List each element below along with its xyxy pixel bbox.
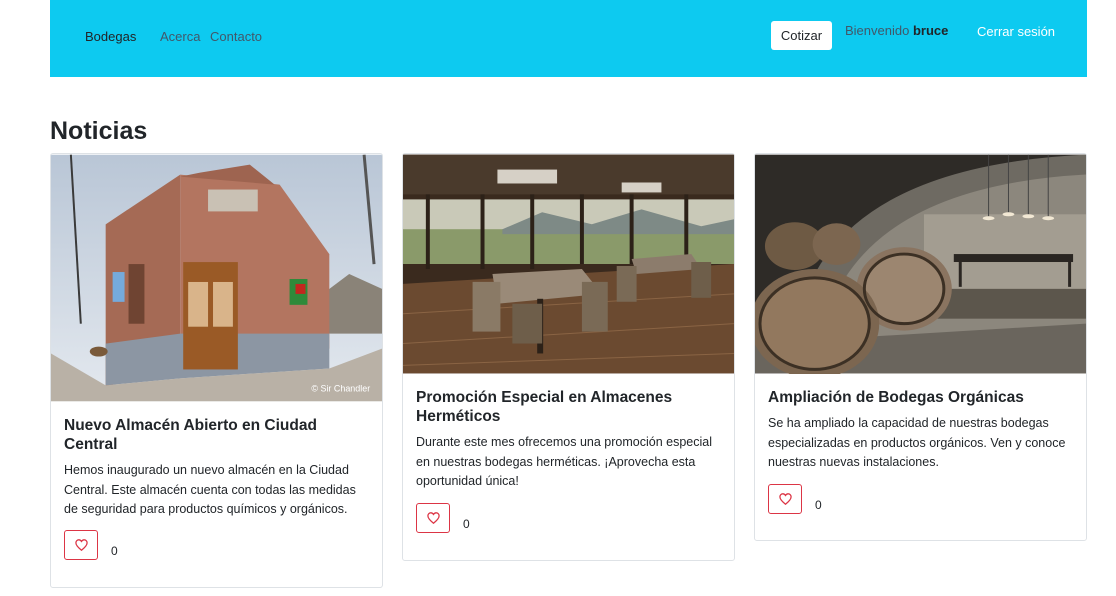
logout-link[interactable]: Cerrar sesión [977,24,1055,39]
welcome-prefix: Bienvenido [845,23,910,38]
card-body: Ampliación de Bodegas Orgánicas Se ha am… [755,374,1086,473]
news-card-3: Ampliación de Bodegas Orgánicas Se ha am… [754,153,1087,541]
cotizar-button[interactable]: Cotizar [771,21,832,50]
card-text: Hemos inaugurado un nuevo almacén en la … [64,463,356,516]
card-image-restaurant [403,154,734,374]
like-row: 0 [416,503,470,533]
nav-link-acerca[interactable]: Acerca [160,29,200,44]
username: bruce [912,23,949,38]
like-count: 0 [463,517,470,531]
like-button[interactable] [64,530,98,560]
heart-icon [778,493,792,505]
heart-icon [74,539,88,551]
card-image-barrel-cellar [755,154,1086,374]
navbar: Bodegas Acerca Contacto Cotizar Bienveni… [50,0,1087,77]
like-row: 0 [64,530,118,560]
card-body: Nuevo Almacén Abierto en Ciudad Central … [51,402,382,520]
like-count: 0 [815,498,822,512]
card-text: Durante este mes ofrecemos una promoción… [416,435,712,488]
card-body: Promoción Especial en Almacenes Hermétic… [403,374,734,492]
card-image-warehouse: © Sir Chandler [51,154,382,402]
nav-brand-link[interactable]: Bodegas [85,29,136,44]
news-card-2: Promoción Especial en Almacenes Hermétic… [402,153,735,561]
card-title: Promoción Especial en Almacenes Hermétic… [416,389,673,425]
like-row: 0 [768,484,822,514]
news-card-1: © Sir Chandler Nuevo Almacén Abierto en … [50,153,383,588]
card-text: Se ha ampliado la capacidad de nuestras … [768,416,1066,469]
like-button[interactable] [768,484,802,514]
card-title: Nuevo Almacén Abierto en Ciudad Central [64,417,317,453]
heart-icon [426,512,440,524]
image-watermark: © Sir Chandler [311,383,370,393]
nav-link-contacto[interactable]: Contacto [210,29,262,44]
like-count: 0 [111,544,118,558]
like-button[interactable] [416,503,450,533]
welcome-message: Bienvenido bruce [845,23,948,38]
section-title: Noticias [50,117,148,145]
card-title: Ampliación de Bodegas Orgánicas [768,389,1024,406]
